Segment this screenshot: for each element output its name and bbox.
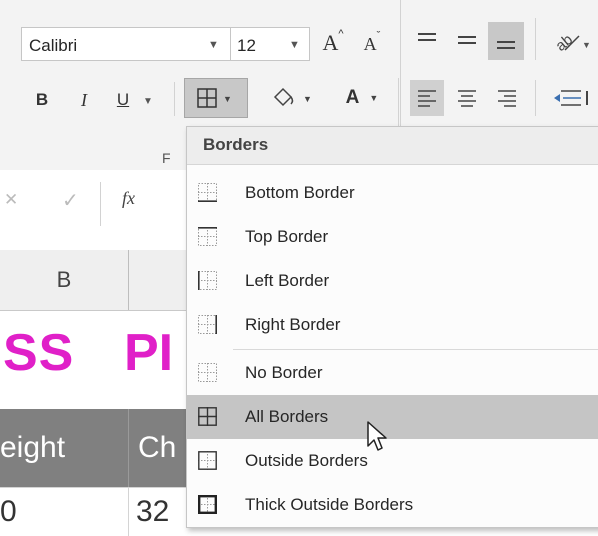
no-border-icon bbox=[198, 363, 217, 382]
menu-item-label: Top Border bbox=[245, 227, 329, 246]
middle-align-icon bbox=[458, 36, 476, 44]
value-cell-right[interactable]: 32 bbox=[136, 495, 169, 529]
decrease-indent-icon bbox=[554, 90, 588, 106]
align-left-icon bbox=[418, 90, 436, 107]
orientation-icon: ab ▼ bbox=[552, 31, 591, 54]
underline-label: U bbox=[116, 90, 130, 109]
orientation-button[interactable]: ab ▼ bbox=[544, 24, 598, 58]
group-divider bbox=[398, 78, 399, 130]
top-align-icon bbox=[418, 33, 436, 41]
cancel-formula-button[interactable]: ✕ bbox=[4, 190, 18, 210]
menu-item-label: Thick Outside Borders bbox=[245, 495, 414, 514]
menu-item-label: Left Border bbox=[245, 271, 330, 290]
menu-item-all-borders[interactable]: All Borders bbox=[187, 395, 598, 439]
menu-item-label: Outside Borders bbox=[245, 451, 368, 470]
header-cell-left[interactable]: eight bbox=[0, 431, 65, 465]
menu-item-top-border[interactable]: Top Border bbox=[187, 215, 598, 259]
bottom-align-button[interactable] bbox=[488, 22, 524, 60]
menu-item-no-border[interactable]: No Border bbox=[187, 351, 598, 395]
font-size-value: 12 bbox=[237, 36, 256, 55]
menu-item-label: Right Border bbox=[245, 315, 341, 334]
font-color-label: A bbox=[345, 87, 360, 108]
italic-button[interactable]: I bbox=[70, 84, 98, 116]
menu-item-label: All Borders bbox=[245, 407, 329, 426]
enter-formula-button[interactable]: ✓ bbox=[62, 188, 79, 213]
align-right-button[interactable] bbox=[490, 80, 524, 116]
svg-text:▼: ▼ bbox=[303, 94, 312, 104]
title-text-left: SS bbox=[3, 324, 75, 382]
menu-item-outside-borders[interactable]: Outside Borders bbox=[187, 439, 598, 483]
bottom-align-icon bbox=[497, 41, 515, 49]
cell-divider bbox=[128, 409, 129, 487]
all-borders-icon bbox=[198, 407, 217, 426]
menu-item-bottom-border[interactable]: Bottom Border bbox=[187, 171, 598, 215]
chevron-down-icon[interactable]: ▼ bbox=[208, 39, 219, 51]
fill-bucket-icon: ▼ bbox=[273, 87, 312, 107]
decrease-indent-button[interactable] bbox=[544, 80, 598, 116]
grow-font-label: A bbox=[322, 30, 339, 55]
column-header-b[interactable]: B bbox=[0, 250, 128, 310]
menu-item-label: No Border bbox=[245, 363, 323, 382]
grow-font-button[interactable]: A ^ bbox=[316, 26, 350, 60]
align-right-icon bbox=[498, 90, 516, 107]
top-border-icon bbox=[198, 227, 217, 246]
align-center-icon bbox=[458, 90, 476, 107]
bold-label: B bbox=[35, 90, 49, 109]
title-text-right: PI bbox=[124, 324, 174, 382]
font-color-button[interactable]: A ▼ bbox=[334, 80, 390, 116]
top-align-button[interactable] bbox=[410, 22, 444, 56]
font-group-label: F bbox=[162, 150, 171, 166]
bottom-border-icon bbox=[198, 183, 217, 202]
column-b-label: B bbox=[56, 267, 72, 292]
align-left-button[interactable] bbox=[410, 80, 444, 116]
borders-menu-header: Borders bbox=[187, 127, 598, 165]
font-name-value: Calibri bbox=[29, 36, 78, 55]
group-divider bbox=[400, 0, 401, 130]
chevron-down-icon[interactable]: ▼ bbox=[143, 96, 153, 107]
menu-item-thick-outside-borders[interactable]: Thick Outside Borders bbox=[187, 483, 598, 527]
divider bbox=[174, 82, 175, 116]
value-cell-left[interactable]: 0 bbox=[0, 495, 17, 529]
borders-menu: Borders Bottom Border Top Border Left Bo… bbox=[186, 126, 598, 528]
underline-button[interactable]: U bbox=[110, 84, 136, 116]
mouse-cursor-icon bbox=[367, 421, 387, 451]
header-cell-right[interactable]: Ch bbox=[138, 431, 176, 465]
align-center-button[interactable] bbox=[450, 80, 484, 116]
thick-outside-borders-icon bbox=[198, 495, 217, 514]
divider bbox=[535, 80, 536, 116]
column-header-c[interactable] bbox=[129, 250, 189, 310]
chevron-down-icon[interactable]: ▼ bbox=[369, 93, 378, 103]
svg-text:▼: ▼ bbox=[223, 94, 232, 104]
borders-menu-title: Borders bbox=[203, 135, 269, 154]
menu-item-right-border[interactable]: Right Border bbox=[187, 303, 598, 347]
svg-text:▼: ▼ bbox=[582, 40, 591, 50]
fill-color-button[interactable]: ▼ bbox=[264, 80, 330, 116]
font-size-combo[interactable]: 12 ▼ bbox=[230, 27, 310, 61]
divider bbox=[100, 182, 101, 226]
divider bbox=[535, 18, 536, 60]
outside-borders-icon bbox=[198, 451, 217, 470]
right-border-icon bbox=[198, 315, 217, 334]
middle-align-button[interactable] bbox=[450, 22, 484, 56]
borders-button[interactable]: ▼ bbox=[184, 78, 248, 118]
insert-function-button[interactable]: fx bbox=[122, 188, 135, 209]
font-name-combo[interactable]: Calibri ▼ bbox=[21, 27, 231, 61]
shrink-font-button[interactable]: Aˇ bbox=[356, 28, 388, 60]
shrink-font-label: A bbox=[363, 33, 377, 54]
cell-divider bbox=[128, 487, 129, 536]
chevron-down-icon[interactable]: ▼ bbox=[289, 39, 300, 51]
menu-item-label: Bottom Border bbox=[245, 183, 355, 202]
bold-button[interactable]: B bbox=[28, 84, 56, 116]
menu-item-left-border[interactable]: Left Border bbox=[187, 259, 598, 303]
left-border-icon bbox=[198, 271, 217, 290]
italic-label: I bbox=[81, 89, 87, 110]
menu-separator bbox=[233, 349, 598, 350]
all-borders-icon: ▼ bbox=[197, 88, 232, 108]
